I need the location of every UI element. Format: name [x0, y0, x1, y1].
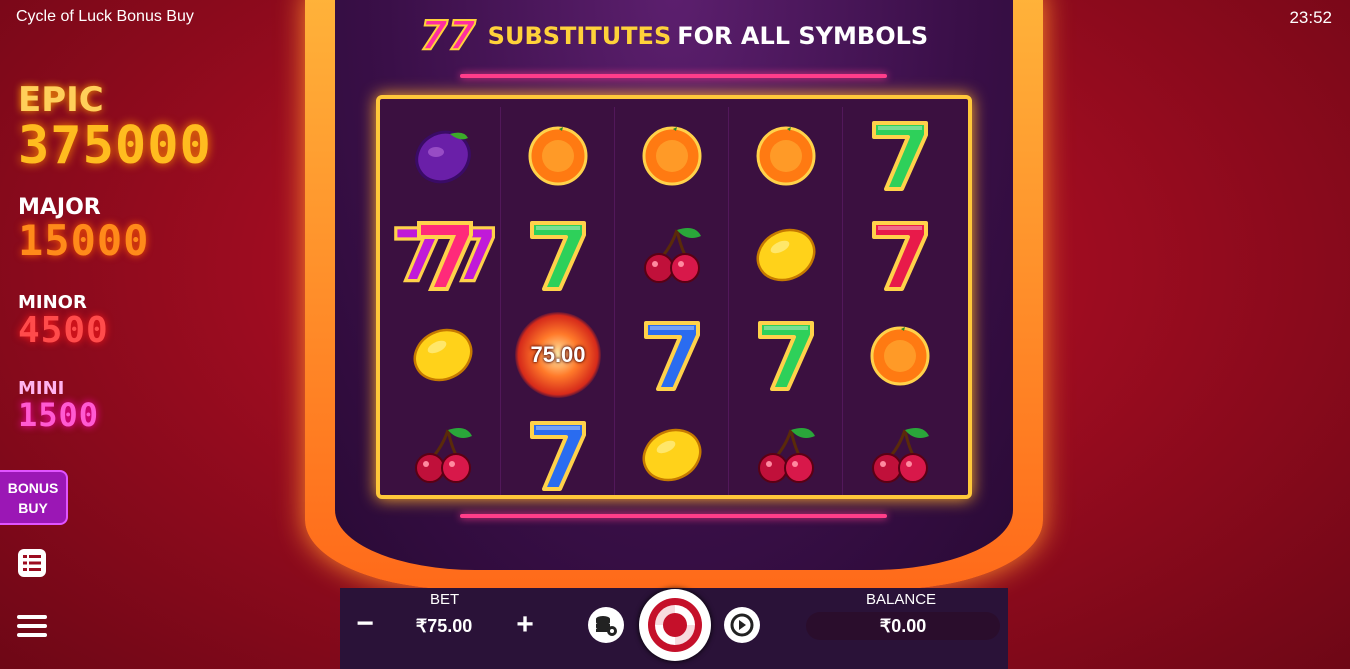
orange-icon — [729, 107, 843, 203]
bet-increase-button[interactable]: + — [512, 610, 538, 640]
neon-top-line — [460, 74, 887, 78]
seven-green-icon — [843, 107, 957, 203]
cherry-icon — [843, 407, 957, 503]
balance-label: BALANCE — [866, 591, 937, 608]
reel-5 — [842, 107, 957, 495]
seven-green-icon — [729, 307, 843, 403]
bonus-buy-button[interactable]: BONUS BUY — [0, 470, 68, 525]
wild-banner: 77 SUBSTITUTES FOR ALL SYMBOLS — [419, 12, 930, 60]
banner-text: FOR ALL SYMBOLS — [677, 22, 929, 50]
seven-red-icon — [843, 207, 957, 303]
jackpot-major: MAJOR 15000 — [18, 195, 149, 262]
jackpot-epic-value: 375000 — [18, 116, 212, 176]
lemon-icon — [386, 307, 500, 403]
wild-seven-icon: 77 — [419, 12, 477, 60]
autoplay-icon[interactable] — [724, 607, 760, 643]
reel-2: 75.00 — [500, 107, 615, 495]
seven-purple-wild-icon — [386, 207, 500, 303]
jackpot-mini: MINI 1500 — [18, 378, 99, 431]
plum-icon — [386, 107, 500, 203]
reel-grid: 75.00 — [376, 95, 972, 499]
spin-button[interactable] — [639, 589, 711, 661]
balance-value: ₹0.00 — [806, 612, 1000, 640]
banner-highlight: SUBSTITUTES — [487, 22, 672, 50]
game-title: Cycle of Luck Bonus Buy — [16, 8, 194, 25]
orange-icon — [615, 107, 729, 203]
spin-icon — [648, 598, 702, 652]
seven-blue-icon — [501, 407, 615, 503]
hamburger-icon[interactable] — [17, 611, 47, 641]
lemon-icon — [729, 207, 843, 303]
jackpot-major-value: 15000 — [18, 216, 150, 265]
reel-1 — [386, 107, 500, 495]
jackpot-epic: EPIC 375000 — [18, 80, 212, 172]
reel-4 — [728, 107, 843, 495]
orange-icon — [501, 107, 615, 203]
jackpot-minor-value: 4500 — [18, 310, 109, 351]
reel-3 — [614, 107, 729, 495]
bet-decrease-button[interactable]: − — [352, 609, 378, 639]
coins-gear-icon[interactable] — [588, 607, 624, 643]
cherry-icon — [386, 407, 500, 503]
orange-icon — [843, 307, 957, 403]
bet-value: ₹75.00 — [415, 616, 473, 636]
clock: 23:52 — [1289, 8, 1332, 27]
lemon-icon — [615, 407, 729, 503]
cherry-icon — [729, 407, 843, 503]
seven-green-icon — [501, 207, 615, 303]
jackpot-mini-value: 1500 — [18, 396, 100, 434]
jackpot-epic-label: EPIC — [18, 80, 104, 120]
bet-label: BET — [430, 591, 460, 608]
seven-blue-icon — [615, 307, 729, 403]
jackpot-minor: MINOR 4500 — [18, 292, 109, 349]
list-icon[interactable] — [17, 548, 47, 578]
cherry-icon — [615, 207, 729, 303]
cash-symbol: 75.00 — [501, 307, 615, 403]
cash-value: 75.00 — [530, 342, 586, 367]
neon-bottom-line — [460, 514, 887, 518]
